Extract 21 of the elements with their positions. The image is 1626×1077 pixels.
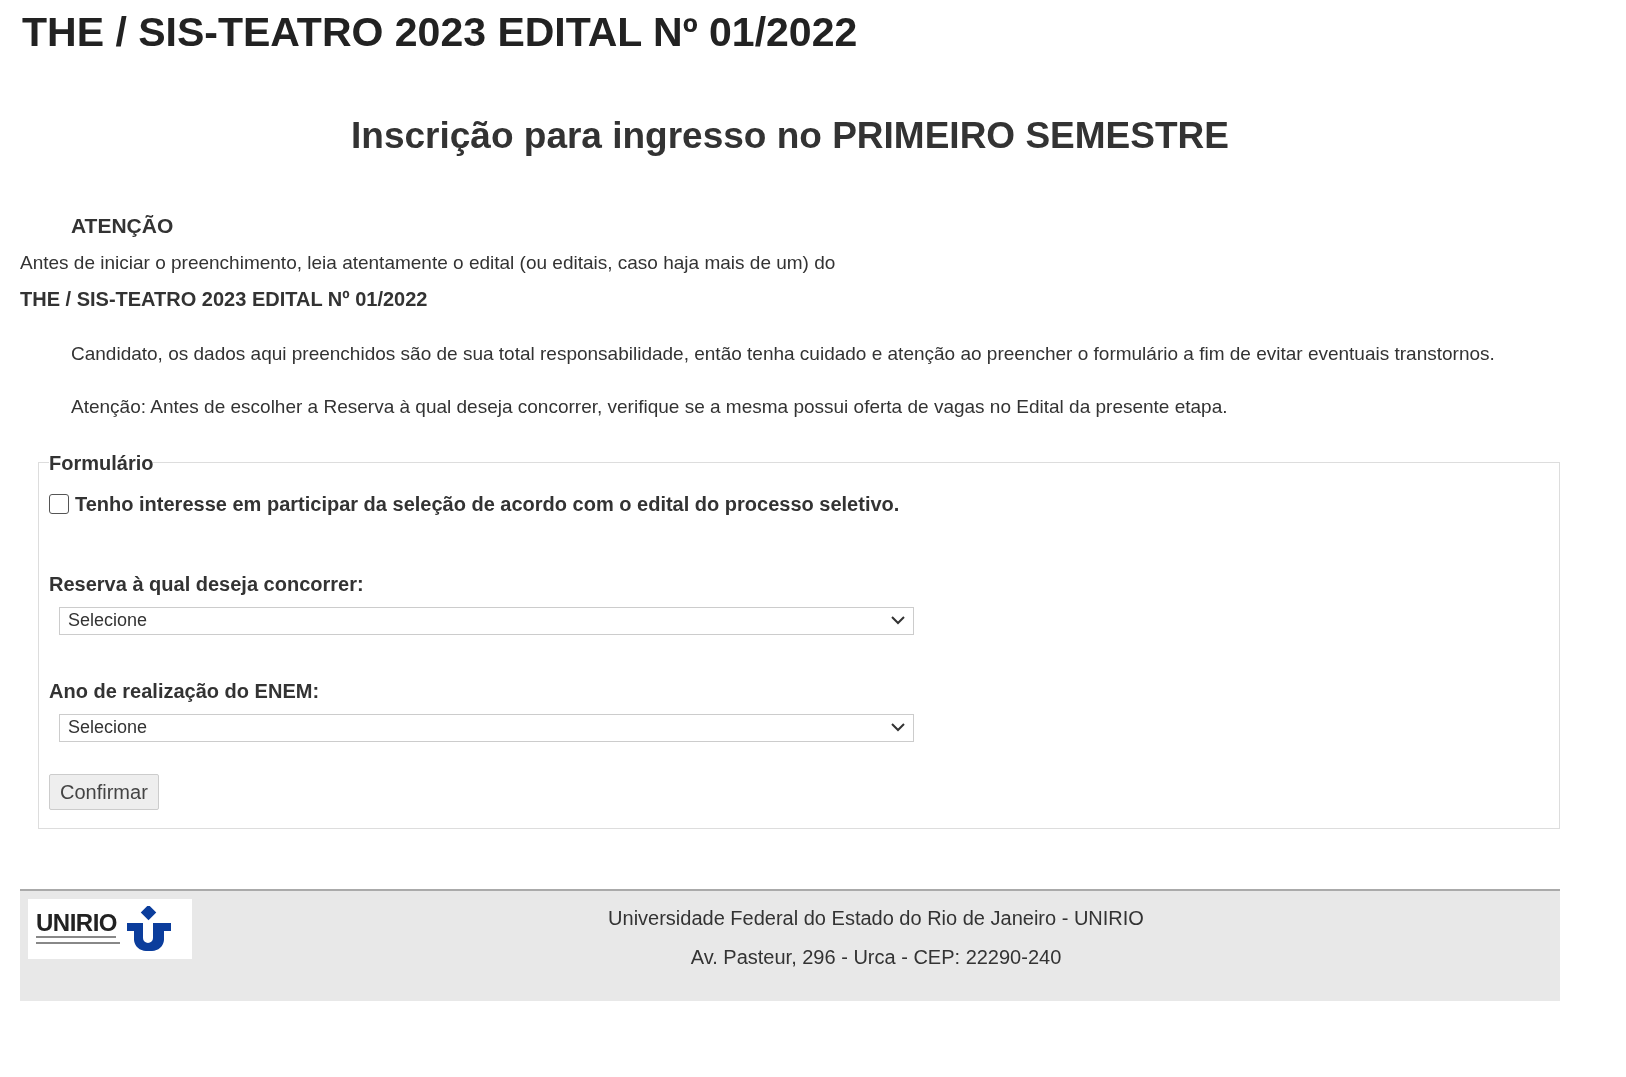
checkbox-label: Tenho interesse em participar da seleção de acordo com o edital do processo seletivo. xyxy=(75,491,900,517)
chevron-down-icon xyxy=(891,723,905,733)
form-legend: Formulário xyxy=(49,452,154,473)
page-subtitle: Inscrição para ingresso no PRIMEIRO SEMESTRE xyxy=(350,114,1230,159)
select-field[interactable]: Selecione xyxy=(59,713,914,742)
page-title: THE / SIS-TEATRO 2023 EDITAL Nº 01/2022 xyxy=(22,8,859,57)
footer-text: Universidade Federal do Estado do Rio de Janeiro - UNIRIO xyxy=(608,905,1144,931)
confirm-button[interactable]: Confirmar xyxy=(49,773,159,810)
logo-emblem-icon xyxy=(126,905,172,952)
footer-text: Av. Pasteur, 296 - Urca - CEP: 22290-240 xyxy=(690,944,1062,970)
notice-paragraph: Atenção: Antes de escolher a Reserva à qual deseja concorrer, verifique se a mesma possui oferta de vagas no Edital da presente etapa. xyxy=(70,394,1229,419)
checkbox[interactable] xyxy=(49,493,69,514)
field-label: Ano de realização do ENEM: xyxy=(49,678,321,704)
notice-heading: ATENÇÃO xyxy=(70,212,175,239)
select-field[interactable]: Selecione xyxy=(59,606,914,635)
notice-text: Antes de iniciar o preenchimento, leia atentamente o edital (ou editais, caso haja mais de um) do xyxy=(20,250,837,275)
notice-paragraph: Candidato, os dados aqui preenchidos são de sua total responsabilidade, então tenha cuidado e atenção ao preencher o formulário a fim de evitar eventuais transtornos. xyxy=(70,341,1496,366)
logo-text: UNIRIO xyxy=(36,911,118,936)
chevron-down-icon xyxy=(891,616,905,626)
field-label: Reserva à qual deseja concorrer: xyxy=(49,571,365,597)
edital-name: THE / SIS-TEATRO 2023 EDITAL Nº 01/2022 xyxy=(20,286,429,312)
